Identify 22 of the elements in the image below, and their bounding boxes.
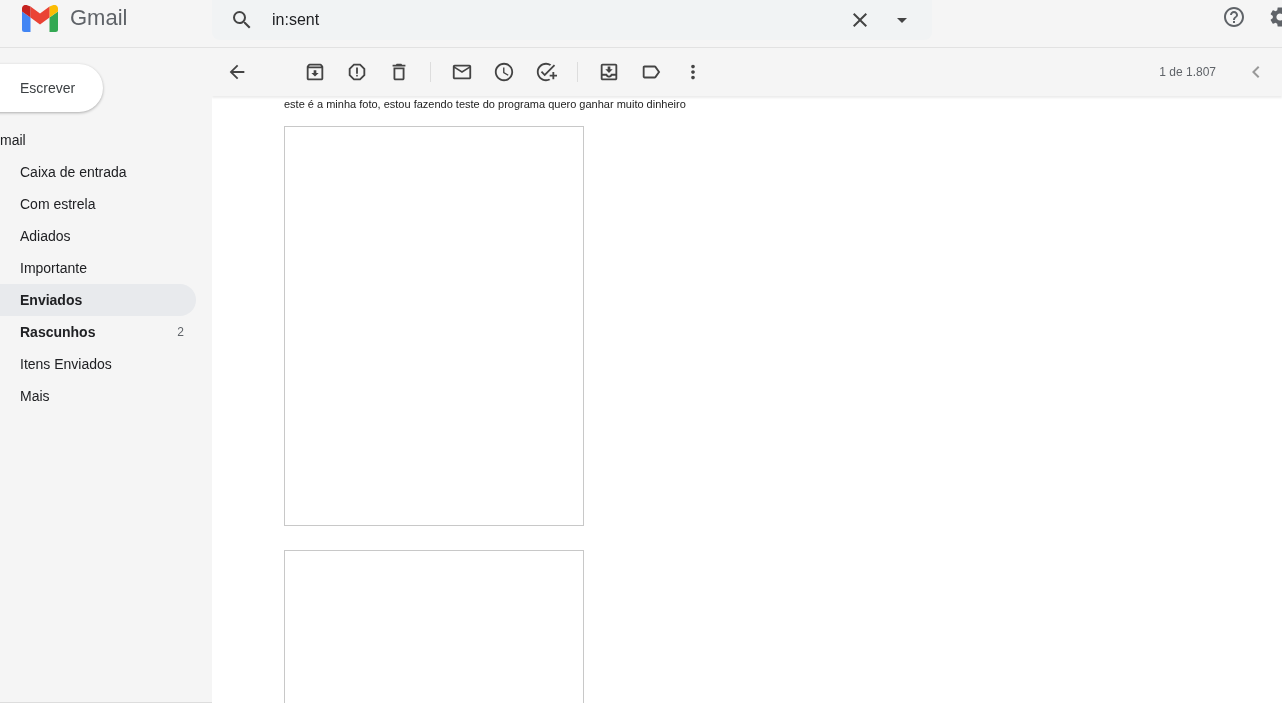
add-task-icon[interactable] <box>535 61 557 83</box>
move-to-inbox-icon[interactable] <box>598 61 620 83</box>
sidebar-item[interactable]: Itens Enviados <box>0 348 196 380</box>
sidebar-item[interactable]: Mais <box>0 380 196 412</box>
search-field[interactable]: in:sent <box>212 0 932 40</box>
section-heading: mail <box>0 132 27 148</box>
unread-count: 2 <box>177 325 184 339</box>
app-name: Gmail <box>70 5 128 31</box>
compose-button[interactable]: Escrever <box>0 64 103 112</box>
pagination-text: 1 de 1.807 <box>1159 65 1216 79</box>
sidebar-item[interactable]: Enviados <box>0 284 196 316</box>
sidebar-item[interactable]: Adiados <box>0 220 196 252</box>
spam-icon[interactable] <box>346 61 368 83</box>
sidebar-item[interactable]: Rascunhos 2 <box>0 316 196 348</box>
sidebar-item[interactable]: Com estrela <box>0 188 196 220</box>
gmail-logo <box>22 4 58 32</box>
help-icon[interactable] <box>1222 5 1246 29</box>
message-body: este é a minha foto, estou fazendo teste do programa quero ganhar muito dinheiro <box>284 98 687 110</box>
archive-icon[interactable] <box>304 61 326 83</box>
sidebar-item[interactable]: Caixa de entrada <box>0 156 196 188</box>
sidebar-item[interactable]: Importante <box>0 252 196 284</box>
clock-icon[interactable] <box>493 61 515 83</box>
